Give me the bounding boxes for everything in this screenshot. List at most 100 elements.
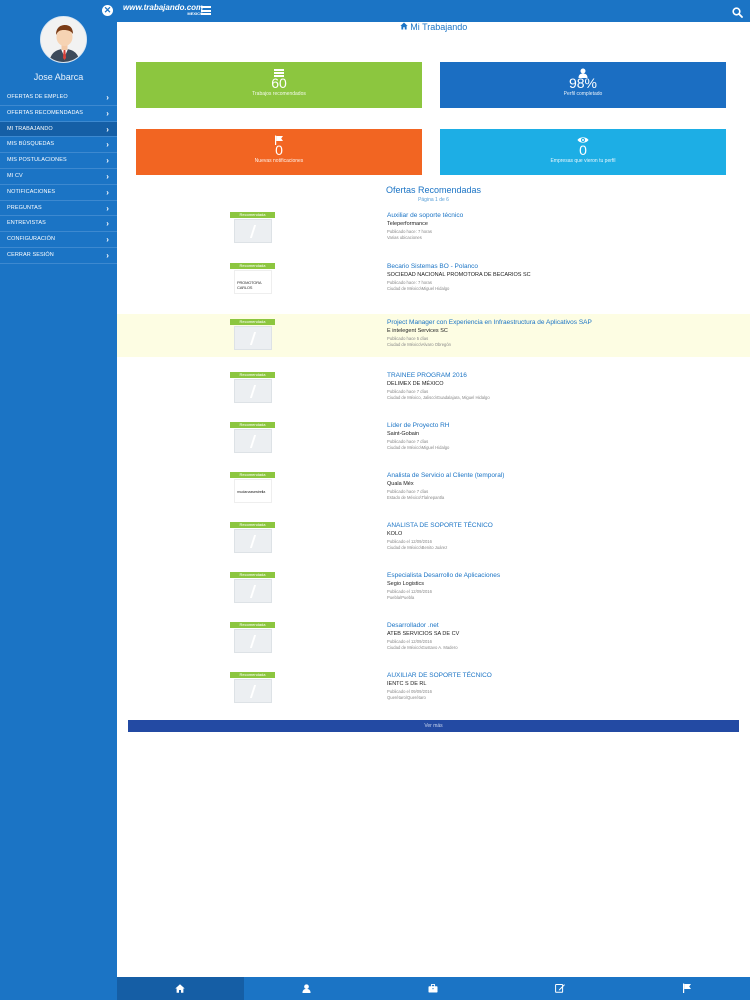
sidebar-item-label: MI CV xyxy=(7,172,23,179)
sidebar-item-notificaciones[interactable]: NOTIFICACIONES › xyxy=(0,185,117,201)
sidebar-item-label: CERRAR SESIÓN xyxy=(7,251,54,258)
job-item[interactable]: Recomendada PROMOTORA CARLOS Becario Sis… xyxy=(117,263,750,309)
job-item[interactable]: Recomendada TRAINEE PROGRAM 2016 DELIMEX… xyxy=(117,372,750,418)
tab-cv[interactable] xyxy=(497,977,624,1000)
job-title[interactable]: Auxiliar de soporte técnico xyxy=(387,212,463,219)
card-profile-views[interactable]: 0 Empresas que vieron tu perfil xyxy=(440,129,726,175)
job-title[interactable]: Líder de Proyecto RH xyxy=(387,422,450,429)
recommended-badge: Recomendada xyxy=(230,522,275,528)
job-location: Estado de México\Tlalnepantla xyxy=(387,495,445,500)
job-item[interactable]: Recomendada Desarrollador .net ATEB SERV… xyxy=(117,622,750,668)
edit-icon xyxy=(555,980,565,998)
chevron-right-icon: › xyxy=(106,219,109,229)
company-logo-placeholder xyxy=(234,529,272,553)
job-location: Ciudad de México\Gustavo A. Madero xyxy=(387,645,458,650)
main-content: Mi Trabajando 60 Trabajos recomendados 9… xyxy=(117,22,750,977)
sidebar-item-mi-cv[interactable]: MI CV › xyxy=(0,169,117,185)
job-item[interactable]: Recomendada Especialista Desarrollo de A… xyxy=(117,572,750,618)
job-title[interactable]: Analista de Servicio al Cliente (tempora… xyxy=(387,472,504,479)
job-published: Publicado el 12/09/2016 xyxy=(387,589,432,594)
recommended-badge: Recomendada xyxy=(230,372,275,378)
job-company: Quala Méx xyxy=(387,481,414,487)
recommended-badge: Recomendada xyxy=(230,672,275,678)
company-logo-text: PROMOTORA CARLOS xyxy=(237,280,262,290)
chevron-right-icon: › xyxy=(106,124,109,134)
eye-icon xyxy=(440,132,726,143)
job-location: Ciudad de México\Miguel Hidalgo xyxy=(387,286,450,291)
job-item[interactable]: Recomendada AUXILIAR DE SOPORTE TÉCNICO … xyxy=(117,672,750,718)
top-bar: www.trabajando.com MEXICO xyxy=(117,0,750,22)
job-title[interactable]: AUXILIAR DE SOPORTE TÉCNICO xyxy=(387,672,492,679)
job-title[interactable]: Desarrollador .net xyxy=(387,622,439,629)
sidebar-item-preguntas[interactable]: PREGUNTAS › xyxy=(0,201,117,217)
sidebar-item-label: MI TRABAJANDO xyxy=(7,125,53,132)
card-value: 0 xyxy=(579,142,587,158)
sidebar-menu: OFERTAS DE EMPLEO › OFERTAS RECOMENDADAS ›… xyxy=(0,90,117,264)
job-item-highlighted[interactable]: Recomendada Project Manager con Experien… xyxy=(117,314,750,357)
recommended-badge: Recomendada xyxy=(230,472,275,478)
chevron-right-icon: › xyxy=(106,235,109,245)
company-logo-placeholder xyxy=(234,429,272,453)
job-published: Publicado hace 7 días xyxy=(387,389,429,394)
company-logo: mudanzasestrella xyxy=(234,479,272,503)
job-title[interactable]: Especialista Desarrollo de Aplicaciones xyxy=(387,572,500,579)
chevron-right-icon: › xyxy=(106,250,109,260)
tab-profile[interactable] xyxy=(244,977,371,1000)
see-more-button[interactable]: Ver más xyxy=(128,720,739,732)
job-item[interactable]: Recomendada ANALISTA DE SOPORTE TÉCNICO … xyxy=(117,522,750,568)
sidebar-item-mis-busquedas[interactable]: MIS BÚSQUEDAS › xyxy=(0,137,117,154)
tab-notifications[interactable] xyxy=(623,977,750,1000)
card-profile-completed[interactable]: 98% Perfil completado xyxy=(440,62,726,108)
hamburger-menu-icon[interactable] xyxy=(201,6,211,15)
tab-home[interactable] xyxy=(117,977,244,1000)
job-title[interactable]: TRAINEE PROGRAM 2016 xyxy=(387,372,467,379)
search-icon[interactable] xyxy=(732,5,743,23)
sidebar-item-label: OFERTAS DE EMPLEO xyxy=(7,94,68,100)
recommended-badge: Recomendada xyxy=(230,319,275,325)
job-company: IENTC S DE RL xyxy=(387,681,427,687)
sidebar-item-label: NOTIFICACIONES xyxy=(7,188,56,195)
sidebar-item-configuracion[interactable]: CONFIGURACIÓN › xyxy=(0,232,117,248)
bottom-nav xyxy=(117,977,750,1000)
sidebar-item-label: MIS POSTULACIONES xyxy=(7,157,67,164)
sidebar-item-mi-trabajando[interactable]: MI TRABAJANDO › xyxy=(0,121,117,138)
card-value: 60 xyxy=(271,75,287,91)
tab-jobs[interactable] xyxy=(370,977,497,1000)
job-title[interactable]: Project Manager con Experiencia en Infra… xyxy=(387,319,592,326)
job-published: Publicado hace: 7 horas xyxy=(387,280,432,285)
sidebar-item-cerrar-sesion[interactable]: CERRAR SESIÓN › xyxy=(0,248,117,264)
sidebar-item-label: CONFIGURACIÓN xyxy=(7,236,56,243)
job-company: Segio Logistics xyxy=(387,581,424,587)
sidebar-item-mis-postulaciones[interactable]: MIS POSTULACIONES › xyxy=(0,153,117,169)
company-logo-placeholder xyxy=(234,326,272,350)
job-company: Teleperformance xyxy=(387,221,428,227)
job-item[interactable]: Recomendada Auxiliar de soporte técnico … xyxy=(117,212,750,258)
job-title[interactable]: ANALISTA DE SOPORTE TÉCNICO xyxy=(387,522,493,529)
sidebar-item-entrevistas[interactable]: ENTREVISTAS › xyxy=(0,216,117,233)
sidebar: ✕ Jose Abarca OFERTAS DE EMPLEO › OFERTAS… xyxy=(0,0,117,1000)
chevron-right-icon: › xyxy=(106,93,109,102)
page-title-text: Mi Trabajando xyxy=(410,22,468,32)
job-published: Publicado hace 5 días xyxy=(387,336,429,341)
company-logo-placeholder xyxy=(234,379,272,403)
job-location: Varias ubicaciones xyxy=(387,235,422,240)
card-notifications[interactable]: 0 Nuevas notificaciones xyxy=(136,129,422,175)
job-location: Puebla\Puebla xyxy=(387,595,415,600)
job-item[interactable]: Recomendada Líder de Proyecto RH Saint-G… xyxy=(117,422,750,468)
card-recommended-jobs[interactable]: 60 Trabajos recomendados xyxy=(136,62,422,108)
job-published: Publicado hace 7 días xyxy=(387,439,429,444)
sidebar-item-label: ENTREVISTAS xyxy=(7,220,46,227)
chevron-right-icon: › xyxy=(106,140,109,150)
job-published: Publicado el 12/09/2016 xyxy=(387,639,432,644)
job-item[interactable]: Recomendada mudanzasestrella Analista de… xyxy=(117,472,750,518)
card-label: Perfil completado xyxy=(563,91,603,97)
close-sidebar-icon[interactable]: ✕ xyxy=(102,5,113,16)
chevron-right-icon: › xyxy=(106,156,109,166)
card-label: Trabajos recomendados xyxy=(252,91,306,97)
page-title: Mi Trabajando xyxy=(117,22,750,32)
job-title[interactable]: Becario Sistemas BO - Polanco xyxy=(387,263,478,270)
sidebar-item-ofertas-recomendadas[interactable]: OFERTAS RECOMENDADAS › xyxy=(0,106,117,122)
logo[interactable]: www.trabajando.com MEXICO xyxy=(123,3,203,16)
sidebar-item-ofertas-de-empleo[interactable]: OFERTAS DE EMPLEO › xyxy=(0,90,117,106)
company-logo-placeholder xyxy=(234,629,272,653)
